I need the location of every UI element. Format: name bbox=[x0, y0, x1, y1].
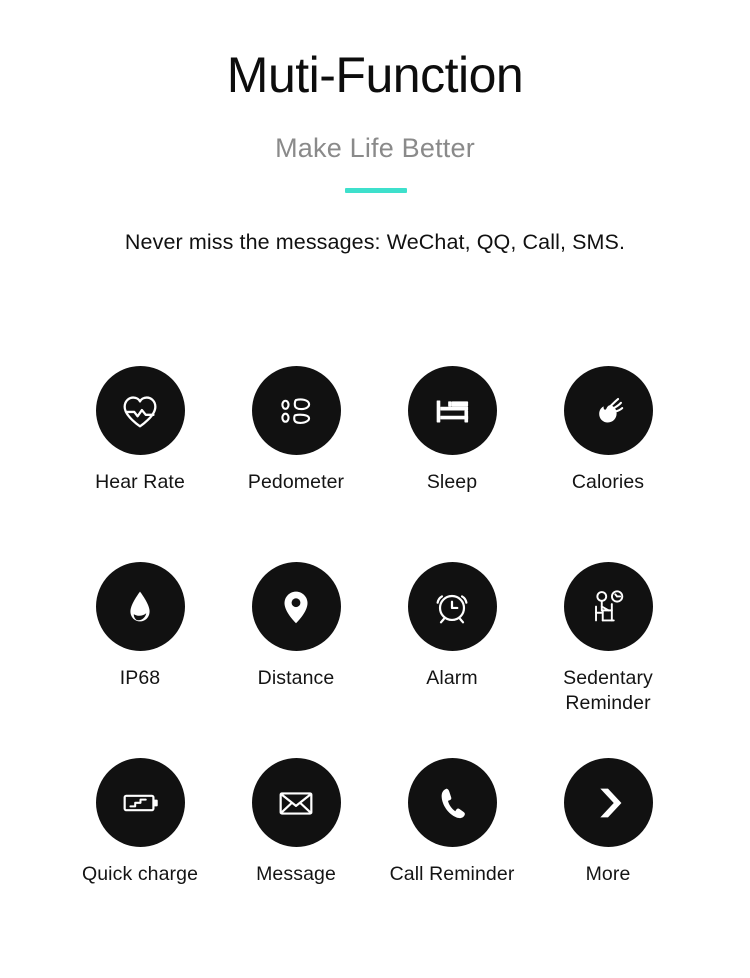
feature-label: Pedometer bbox=[247, 471, 345, 493]
feature-label: Quick charge bbox=[81, 863, 199, 885]
feature-row: IP68 Distance Alarm Sedentary Reminder bbox=[0, 548, 750, 744]
heart-rate-icon bbox=[95, 366, 185, 455]
battery-bolt-icon bbox=[95, 758, 185, 847]
chevron-right-icon bbox=[563, 758, 653, 847]
tagline-text: Never miss the messages: WeChat, QQ, Cal… bbox=[124, 230, 626, 254]
phone-handset-icon bbox=[407, 758, 497, 847]
envelope-icon bbox=[251, 758, 341, 847]
feature-item-message[interactable]: Message bbox=[218, 744, 374, 887]
marketing-feature-page: Muti-Function Make Life Better Never mis… bbox=[0, 0, 750, 978]
map-pin-icon bbox=[251, 562, 341, 651]
feature-label: Distance bbox=[257, 667, 335, 689]
feature-item-pedometer[interactable]: Pedometer bbox=[218, 352, 374, 495]
sitting-person-clock-icon bbox=[563, 562, 653, 651]
feature-label: Call Reminder bbox=[389, 863, 515, 885]
feature-label: Sedentary Reminder bbox=[563, 667, 653, 714]
feature-item-call-reminder[interactable]: Call Reminder bbox=[374, 744, 530, 887]
feature-grid: Hear Rate Pedometer Sleep Calories IP68 … bbox=[0, 352, 750, 904]
feature-item-sedentary-reminder[interactable]: Sedentary Reminder bbox=[530, 548, 686, 716]
feature-item-quick-charge[interactable]: Quick charge bbox=[62, 744, 218, 887]
feature-row: Quick charge Message Call Reminder More bbox=[0, 744, 750, 904]
feature-item-distance[interactable]: Distance bbox=[218, 548, 374, 691]
bed-icon bbox=[407, 366, 497, 455]
footprints-icon bbox=[251, 366, 341, 455]
feature-item-ip68[interactable]: IP68 bbox=[62, 548, 218, 691]
accent-divider bbox=[345, 188, 407, 193]
feature-label: Alarm bbox=[426, 667, 478, 689]
feature-label: IP68 bbox=[119, 667, 161, 689]
feature-label: More bbox=[585, 863, 631, 885]
feature-label: Hear Rate bbox=[95, 471, 185, 493]
page-title: Muti-Function bbox=[226, 47, 524, 103]
feature-label: Message bbox=[256, 863, 336, 885]
feature-row: Hear Rate Pedometer Sleep Calories bbox=[0, 352, 750, 548]
page-subtitle: Make Life Better bbox=[275, 133, 475, 163]
feature-item-calories[interactable]: Calories bbox=[530, 352, 686, 495]
feature-item-more[interactable]: More bbox=[530, 744, 686, 887]
flame-icon bbox=[563, 366, 653, 455]
feature-item-sleep[interactable]: Sleep bbox=[374, 352, 530, 495]
feature-item-hear-rate[interactable]: Hear Rate bbox=[62, 352, 218, 495]
alarm-clock-icon bbox=[407, 562, 497, 651]
feature-label: Calories bbox=[571, 471, 645, 493]
water-drop-icon bbox=[95, 562, 185, 651]
feature-item-alarm[interactable]: Alarm bbox=[374, 548, 530, 691]
feature-label: Sleep bbox=[426, 471, 478, 493]
